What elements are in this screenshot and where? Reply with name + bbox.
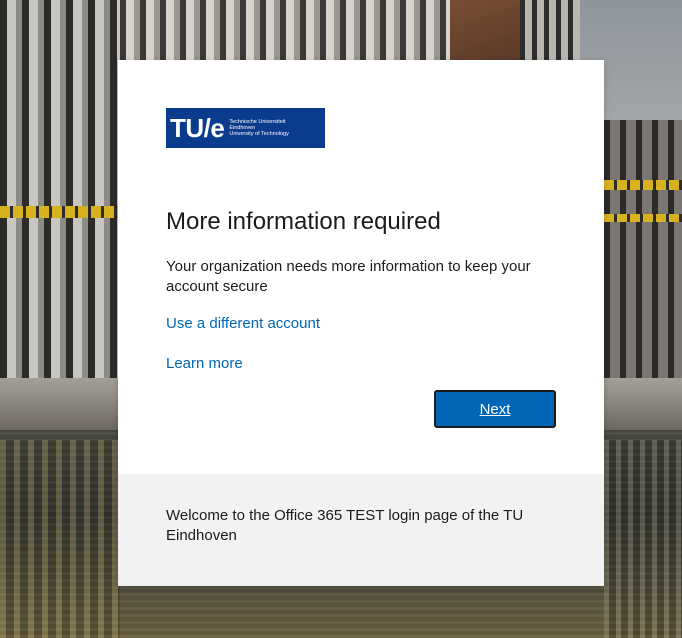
background-reflection-left (0, 440, 120, 638)
background-railing-right-lower (604, 214, 682, 222)
learn-more-link[interactable]: Learn more (166, 355, 243, 372)
login-card: TU/e Technische Universiteit Eindhoven U… (118, 60, 604, 586)
next-button[interactable]: Next (434, 390, 556, 428)
login-card-body: TU/e Technische Universiteit Eindhoven U… (118, 60, 604, 474)
page-title: More information required (166, 208, 441, 235)
background-railing-left (0, 206, 120, 218)
logo-mark: TU/e (170, 113, 225, 143)
login-card-footer: Welcome to the Office 365 TEST login pag… (118, 474, 604, 586)
background-reflection-right (604, 440, 682, 638)
tue-logo: TU/e Technische Universiteit Eindhoven U… (166, 108, 325, 148)
background-roof (450, 0, 520, 60)
background-building-left (0, 0, 120, 380)
background-building-right (520, 0, 580, 60)
footer-welcome-text: Welcome to the Office 365 TEST login pag… (166, 507, 524, 544)
use-different-account-link[interactable]: Use a different account (166, 315, 320, 332)
background-building-top (120, 0, 450, 60)
logo-line-3: University of Technology (229, 131, 289, 137)
description-text: Your organization needs more information… (166, 258, 531, 295)
logo-text: Technische Universiteit Eindhoven Univer… (229, 119, 289, 137)
background-structure-right (604, 120, 682, 380)
background-railing-right (604, 180, 682, 190)
